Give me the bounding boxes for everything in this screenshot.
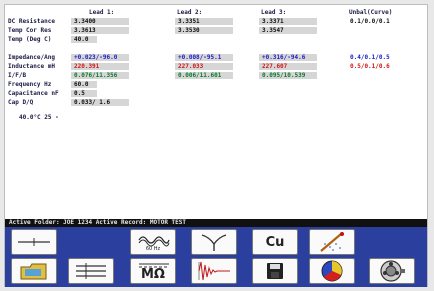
dc-resistance-lead2: 3.3351	[175, 18, 233, 25]
folder-button[interactable]	[11, 258, 57, 284]
dc-resistance-unbal: 0.1/0.0/0.1	[350, 18, 390, 25]
ifb-label: I/F/B	[8, 72, 27, 79]
lead-config-button[interactable]	[11, 229, 57, 255]
dc-resistance-label: DC Resistance	[8, 18, 55, 25]
impedance-lead3: +0.316/-94.6	[259, 54, 317, 61]
frequency-button-label: 60 Hz	[145, 246, 161, 252]
three-lines-icon	[76, 263, 106, 279]
ohm-icon: MΩ	[141, 266, 165, 282]
dc-resistance-lead3: 3.3371	[259, 18, 317, 25]
inductance-lead2: 227.033	[175, 63, 233, 70]
lead3-header: Lead 3:	[261, 9, 287, 16]
pie-chart-icon	[321, 260, 343, 282]
motor-icon	[380, 260, 405, 282]
header-row: Lead 1: Lead 2: Lead 3: Unbal(Curve)	[5, 8, 425, 17]
ambient-temp-readout: 40.0°C 25 -	[19, 114, 59, 121]
impedance-unbal: 0.4/0.1/0.5	[350, 54, 390, 61]
waveform-button[interactable]	[191, 258, 237, 284]
frequency-row: Frequency Hz 60.0	[5, 80, 425, 89]
temp-cor-res-row: Temp Cor Res 3.3613 3.3530 3.3547	[5, 26, 425, 35]
cu-text-icon: Cu	[265, 234, 285, 250]
impedance-lead2: +0.008/-95.1	[175, 54, 233, 61]
temp-cor-res-label: Temp Cor Res	[8, 27, 52, 34]
ifb-lead2: 0.006/11.601	[175, 72, 233, 79]
inductance-lead3: 227.607	[259, 63, 317, 70]
frequency-value: 60.0	[71, 81, 97, 88]
phase-button[interactable]	[191, 229, 237, 255]
single-line-icon	[18, 238, 50, 246]
temp-cor-res-lead3: 3.3547	[259, 27, 317, 34]
frequency-label: Frequency Hz	[8, 81, 52, 88]
inductance-lead1: 220.391	[71, 63, 129, 70]
lead1-header: Lead 1:	[89, 9, 115, 16]
ifb-lead3: 0.095/10.539	[259, 72, 317, 79]
inductance-row: Inductance mH 220.391 227.033 227.607 0.…	[5, 62, 425, 71]
cap-dq-label: Cap D/Q	[8, 99, 34, 106]
unbal-header: Unbal(Curve)	[349, 9, 393, 16]
capacitance-value: 0.5	[71, 90, 97, 97]
sine-wave-icon	[138, 236, 170, 247]
button-panel: 60 Hz Cu MΩ	[5, 227, 427, 287]
temperature-button[interactable]	[309, 229, 355, 255]
cap-dq-value: 0.033/ 1.6	[71, 99, 129, 106]
floppy-disk-icon	[267, 263, 283, 279]
copper-button[interactable]: Cu	[252, 229, 298, 255]
temp-row: Temp (Deg C) 40.0	[5, 35, 425, 44]
ifb-lead1: 0.076/11.356	[71, 72, 129, 79]
frequency-button[interactable]: 60 Hz	[130, 229, 176, 255]
impedance-label: Impedance/Ang	[8, 54, 55, 61]
save-button[interactable]	[252, 258, 298, 284]
capacitance-row: Capacitance nF 0.5	[5, 89, 425, 98]
temp-label: Temp (Deg C)	[8, 36, 52, 43]
resistance-button[interactable]: MΩ	[130, 258, 176, 284]
dc-resistance-row: DC Resistance 3.3400 3.3351 3.3371 0.1/0…	[5, 17, 425, 26]
damped-wave-icon	[198, 261, 230, 281]
status-bar: Active Folder: JOE 1234 Active Record: M…	[5, 219, 427, 227]
temp-cor-res-lead2: 3.3530	[175, 27, 233, 34]
temp-value: 40.0	[71, 36, 97, 43]
ohm-bars-icon	[139, 263, 169, 268]
inductance-unbal: 0.5/0.1/0.6	[350, 63, 390, 70]
lead2-header: Lead 2:	[177, 9, 203, 16]
impedance-lead1: +0.023/-96.0	[71, 54, 129, 61]
impedance-row: Impedance/Ang +0.023/-96.0 +0.008/-95.1 …	[5, 53, 425, 62]
folder-icon	[20, 263, 47, 280]
three-phase-button[interactable]	[68, 258, 114, 284]
y-wave-icon	[201, 234, 227, 251]
thermometer-icon	[320, 232, 344, 252]
test-screen: Lead 1: Lead 2: Lead 3: Unbal(Curve) DC …	[4, 4, 428, 287]
ifb-row: I/F/B 0.076/11.356 0.006/11.601 0.095/10…	[5, 71, 425, 80]
inductance-label: Inductance mH	[8, 63, 55, 70]
motor-button[interactable]	[369, 258, 415, 284]
temp-cor-res-lead1: 3.3613	[71, 27, 129, 34]
capacitance-label: Capacitance nF	[8, 90, 59, 97]
pie-chart-button[interactable]	[309, 258, 355, 284]
dc-resistance-lead1: 3.3400	[71, 18, 129, 25]
cap-dq-row: Cap D/Q 0.033/ 1.6	[5, 98, 425, 107]
